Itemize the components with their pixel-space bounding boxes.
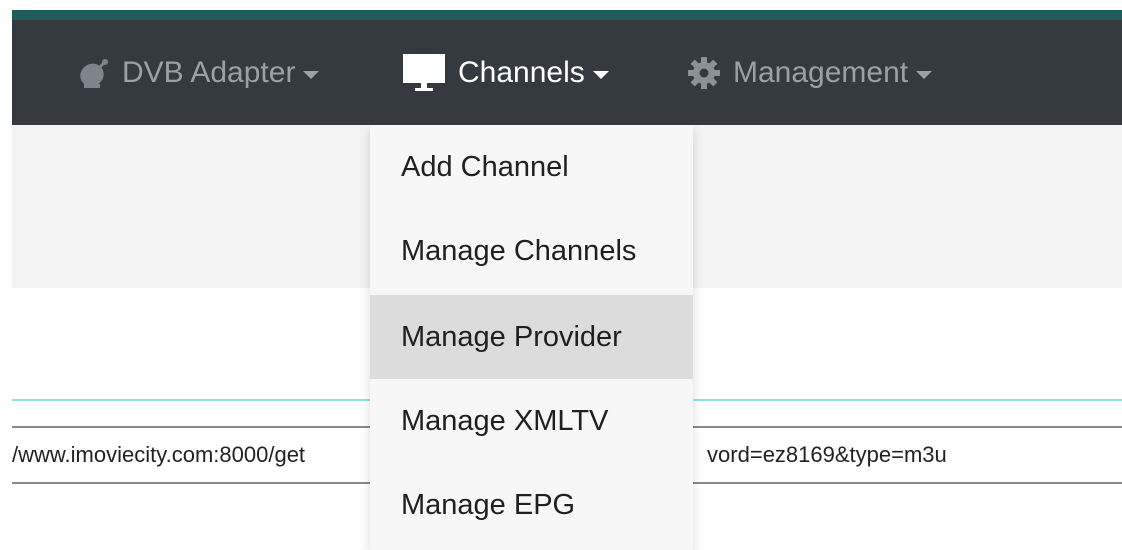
- nav-management-label: Management: [733, 55, 909, 89]
- chevron-down-icon: [916, 70, 933, 79]
- menu-item-manage-epg[interactable]: Manage EPG: [370, 463, 693, 547]
- gear-icon: [687, 56, 721, 90]
- accent-bar: [12, 10, 1122, 20]
- menu-item-add-channel[interactable]: Add Channel: [370, 125, 693, 209]
- satellite-dish-icon: [78, 57, 110, 89]
- chevron-down-icon: [592, 70, 609, 79]
- nav-channels[interactable]: Channels: [402, 20, 609, 125]
- chevron-down-icon: [303, 70, 320, 79]
- nav-channels-label: Channels: [458, 55, 585, 89]
- channels-dropdown-menu: Add Channel Manage Channels Manage Provi…: [370, 125, 693, 550]
- url-visible-left: /www.imoviecity.com:8000/get: [12, 442, 306, 467]
- nav-dvb-adapter-label: DVB Adapter: [122, 55, 296, 89]
- nav-management[interactable]: Management: [687, 20, 933, 125]
- menu-item-manage-xmltv[interactable]: Manage XMLTV: [370, 379, 693, 463]
- menu-item-manage-channels[interactable]: Manage Channels: [370, 209, 693, 293]
- nav-dvb-adapter[interactable]: DVB Adapter: [78, 20, 320, 125]
- top-navbar: DVB Adapter Channels Management: [12, 20, 1122, 125]
- url-visible-right: vord=ez8169&type=m3u: [707, 442, 947, 467]
- top-strip: [12, 0, 1122, 10]
- monitor-icon: [402, 53, 446, 93]
- menu-item-manage-provider[interactable]: Manage Provider: [370, 295, 693, 379]
